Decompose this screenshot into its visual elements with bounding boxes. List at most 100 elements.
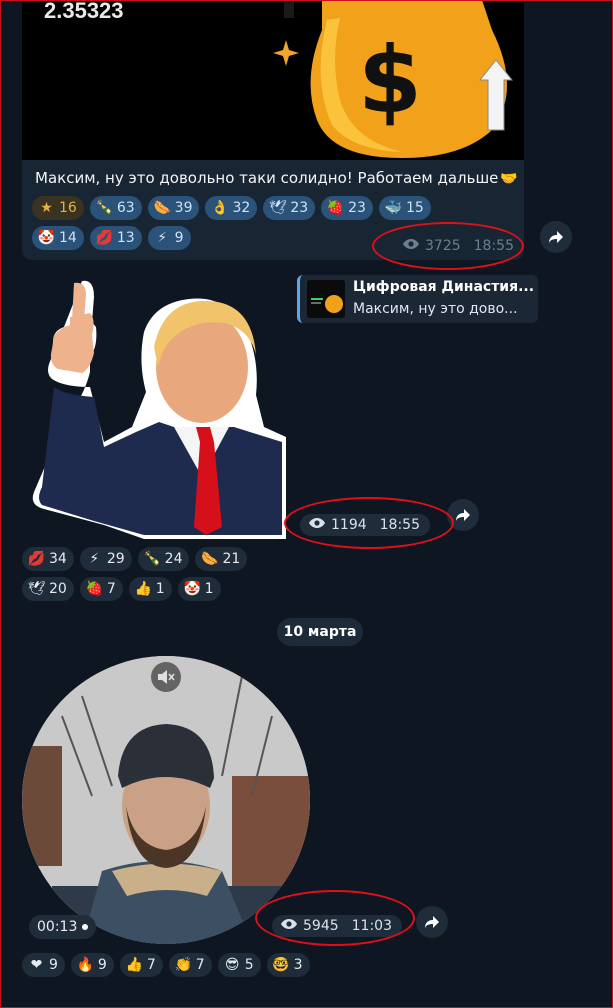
eye-icon xyxy=(402,238,420,254)
message-meta: 3725 18:55 xyxy=(402,238,514,254)
reaction-pill[interactable]: 🌭 21 xyxy=(195,547,248,571)
whale-icon: 🐳 xyxy=(384,200,403,216)
sticker-thumbs-up[interactable] xyxy=(24,277,286,539)
reaction-pill[interactable]: 🍓 7 xyxy=(79,577,123,601)
champagne-icon: 🍾 xyxy=(143,551,161,567)
reaction-count: 9 xyxy=(174,230,184,246)
handshake-icon: 🤝 xyxy=(500,171,518,187)
kiss-icon: 💋 xyxy=(27,551,46,567)
reaction-pill[interactable]: 🤓 3 xyxy=(266,953,310,977)
clown-icon: 🤡 xyxy=(37,230,56,246)
reaction-count: 13 xyxy=(116,230,135,246)
share-icon xyxy=(549,231,563,243)
reaction-count: 1 xyxy=(204,581,214,597)
reaction-count: 9 xyxy=(97,957,107,973)
reaction-count: 29 xyxy=(106,551,125,567)
price-value: 2.35323 xyxy=(44,0,124,23)
reaction-pill[interactable]: 👍 7 xyxy=(119,953,163,977)
reaction-count: 14 xyxy=(59,230,77,246)
unread-dot-icon xyxy=(82,924,89,930)
date-separator: 10 марта xyxy=(277,618,363,646)
reaction-pill[interactable]: 🕊 23 xyxy=(263,196,316,220)
reaction-count: 3 xyxy=(293,957,303,973)
message-time: 18:55 xyxy=(473,238,514,254)
share-button[interactable] xyxy=(447,499,479,531)
reaction-pill[interactable]: 🤡 14 xyxy=(32,226,84,250)
reaction-pill[interactable]: 🍾 24 xyxy=(137,547,190,571)
reaction-pill[interactable]: ❤ 9 xyxy=(22,953,65,977)
reaction-count: 1 xyxy=(155,581,165,597)
message-bubble-photo[interactable]: $ 2.35323 Максим, ну это довольно таки с… xyxy=(22,0,524,260)
reaction-count: 15 xyxy=(405,200,424,216)
reply-snippet: Максим, ну это дово... xyxy=(353,301,518,317)
fire-icon: 🔥 xyxy=(76,957,95,973)
view-count: 1194 xyxy=(331,517,367,533)
view-count: 3725 xyxy=(425,238,461,254)
thumbs-up-icon: 👍 xyxy=(125,957,144,973)
reaction-pill[interactable]: ★ 16 xyxy=(32,196,84,220)
reaction-pill[interactable]: 👏 7 xyxy=(168,953,212,977)
video-message-circle[interactable] xyxy=(22,656,310,944)
reaction-pill[interactable]: 🐳 15 xyxy=(378,196,431,220)
speaker-muted-icon xyxy=(158,670,175,684)
svg-text:$: $ xyxy=(358,27,422,134)
reaction-count: 39 xyxy=(174,200,193,216)
strawberry-icon: 🍓 xyxy=(326,200,345,216)
reaction-pill[interactable]: ⚡ 29 xyxy=(79,547,132,571)
reaction-pill[interactable]: 🤡 1 xyxy=(177,577,221,601)
reaction-count: 16 xyxy=(59,200,77,216)
reaction-pill[interactable]: 🔥 9 xyxy=(70,953,114,977)
kiss-icon: 💋 xyxy=(95,230,114,246)
reply-channel-title: Цифровая Династия... xyxy=(353,279,535,295)
reaction-count: 23 xyxy=(348,200,366,216)
dove-icon: 🕊 xyxy=(27,581,46,597)
reply-preview[interactable]: Цифровая Династия... Максим, ну это дово… xyxy=(297,275,538,323)
video-duration: 00:13 xyxy=(29,915,97,939)
thumbs-up-icon: 👍 xyxy=(134,581,152,597)
reaction-pill[interactable]: 💋 34 xyxy=(22,547,74,571)
reaction-pill[interactable]: 😎 5 xyxy=(217,953,261,977)
cool-face-icon: 😎 xyxy=(224,957,240,973)
reaction-count: 21 xyxy=(222,551,241,567)
reaction-count: 7 xyxy=(195,957,205,973)
reaction-pill[interactable]: 🍓 23 xyxy=(321,196,373,220)
star-icon: ★ xyxy=(40,200,53,216)
hotdog-icon: 🌭 xyxy=(153,200,171,216)
reaction-pill[interactable]: 💋 13 xyxy=(89,226,142,250)
reactions-row: ❤ 9 🔥 9 👍 7 👏 7 😎 5 🤓 3 xyxy=(22,953,322,977)
share-button[interactable] xyxy=(416,906,448,938)
reply-thumbnail xyxy=(307,280,345,318)
message-time: 18:55 xyxy=(379,517,420,533)
dove-icon: 🕊 xyxy=(268,200,287,216)
share-icon xyxy=(456,509,470,521)
clown-icon: 🤡 xyxy=(183,581,201,597)
reaction-count: 9 xyxy=(49,957,58,973)
reaction-pill[interactable]: 🕊 20 xyxy=(22,577,74,601)
reaction-count: 23 xyxy=(290,200,309,216)
share-button[interactable] xyxy=(540,221,572,253)
photo-money-bag[interactable]: $ 2.35323 xyxy=(22,0,524,160)
reaction-pill[interactable]: 🌭 39 xyxy=(147,196,200,220)
duration-value: 00:13 xyxy=(37,919,78,935)
eye-icon xyxy=(280,918,298,934)
lightning-icon: ⚡ xyxy=(89,551,100,567)
message-caption: Максим, ну это довольно таки солидно! Ра… xyxy=(35,169,518,188)
reaction-pill[interactable]: ⚡ 9 xyxy=(147,226,191,250)
reaction-pill[interactable]: 👍 1 xyxy=(128,577,172,601)
reaction-pill[interactable]: 🍾 63 xyxy=(89,196,142,220)
view-count: 5945 xyxy=(303,918,339,934)
caption-text: Максим, ну это довольно таки солидно! Ра… xyxy=(35,169,499,187)
hotdog-icon: 🌭 xyxy=(201,551,219,567)
reaction-count: 7 xyxy=(106,581,116,597)
reaction-pill[interactable]: 👌 32 xyxy=(205,196,258,220)
money-bag-image: $ xyxy=(22,0,524,160)
message-time: 11:03 xyxy=(351,918,392,934)
mute-button[interactable] xyxy=(151,662,181,692)
reaction-count: 24 xyxy=(164,551,183,567)
share-icon xyxy=(425,916,439,928)
strawberry-icon: 🍓 xyxy=(85,581,104,597)
video-frame xyxy=(22,656,310,944)
ok-hand-icon: 👌 xyxy=(211,200,229,216)
reaction-count: 63 xyxy=(116,200,135,216)
reactions-row: 💋 34 ⚡ 29 🍾 24 🌭 21 🕊 20 🍓 7 👍 1 🤡 1 xyxy=(22,547,282,601)
